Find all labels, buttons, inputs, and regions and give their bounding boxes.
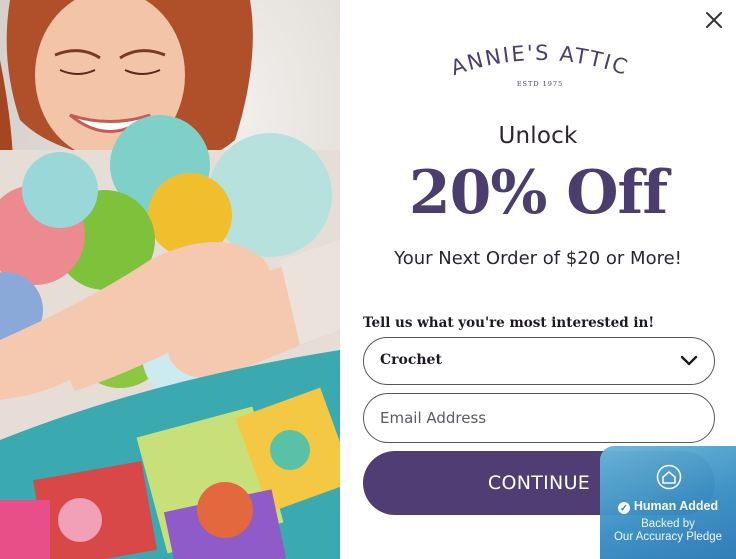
interest-select[interactable]: Crochet xyxy=(363,337,715,385)
chevron-down-icon xyxy=(680,355,698,366)
brand-logo: ANNIE'S ATTIC ESTD 1975 xyxy=(440,40,640,90)
email-field[interactable] xyxy=(363,393,715,443)
interest-selected-value: Crochet xyxy=(380,352,442,368)
home-icon xyxy=(656,464,682,490)
badge-line-1: Backed by xyxy=(641,518,695,530)
badge-line-2: Our Accuracy Pledge xyxy=(613,531,723,543)
brand-name: ANNIE'S ATTIC xyxy=(448,41,630,80)
svg-text:ANNIE'S ATTIC: ANNIE'S ATTIC xyxy=(448,41,632,80)
offer-headline: 20% Off xyxy=(408,158,668,228)
brand-established: ESTD 1975 xyxy=(517,80,563,88)
close-button[interactable] xyxy=(702,8,726,32)
badge-title-row: ✓ Human Added xyxy=(600,499,736,514)
offer-lead: Unlock xyxy=(498,123,578,149)
check-icon: ✓ xyxy=(617,502,630,514)
interest-prompt: Tell us what you're most interested in! xyxy=(363,315,655,331)
accuracy-badge[interactable]: ✓ Human Added Backed by Our Accuracy Pled… xyxy=(600,446,736,559)
close-icon xyxy=(706,12,722,28)
offer-subline: Your Next Order of $20 or More! xyxy=(394,248,682,269)
badge-title: Human Added xyxy=(633,499,719,513)
hero-image xyxy=(0,0,340,559)
